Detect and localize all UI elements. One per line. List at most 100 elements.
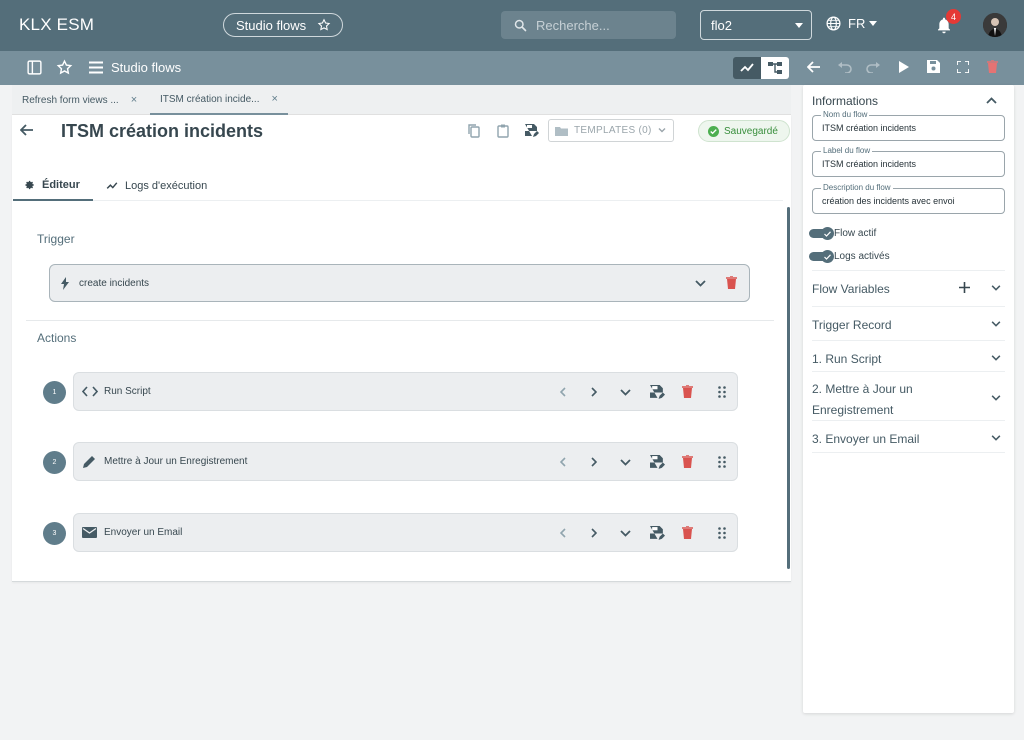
logs-enabled-toggle[interactable] <box>809 250 834 263</box>
chevron-down-icon[interactable] <box>991 355 1001 361</box>
chevron-right-icon[interactable] <box>591 387 597 397</box>
section-run-script[interactable]: 1. Run Script <box>812 340 1005 371</box>
field-label: Nom du flow <box>821 110 870 119</box>
informations-header[interactable]: Informations <box>812 94 878 108</box>
instance-select[interactable]: flo2 <box>700 10 812 40</box>
tab-logs-execution[interactable]: Logs d'exécution <box>106 171 207 201</box>
page-title: ITSM création incidents <box>61 121 264 141</box>
chevron-down-icon[interactable] <box>991 321 1001 327</box>
save-as-template-icon[interactable] <box>525 124 539 138</box>
chevron-left-icon[interactable] <box>560 457 566 467</box>
chevron-right-icon[interactable] <box>591 528 597 538</box>
close-icon[interactable]: × <box>271 93 277 105</box>
section-label: 3. Envoyer un Email <box>812 432 920 446</box>
studio-flows-button[interactable]: Studio flows <box>223 13 343 37</box>
action-label: Envoyer un Email <box>104 527 183 538</box>
action-card-envoyer-email[interactable]: Envoyer un Email <box>73 513 738 552</box>
delete-icon[interactable] <box>726 276 737 289</box>
chevron-down-icon[interactable] <box>695 280 706 287</box>
drag-handle-icon[interactable] <box>718 527 726 539</box>
actions-section-title: Actions <box>37 331 77 345</box>
play-icon[interactable] <box>898 61 909 73</box>
section-envoyer-email[interactable]: 3. Envoyer un Email <box>812 420 1005 453</box>
logs-enabled-label: Logs activés <box>834 251 890 262</box>
app-title[interactable]: KLX ESM <box>19 15 94 35</box>
section-mettre-a-jour[interactable]: 2. Mettre à Jour un Enregistrement <box>812 371 1005 420</box>
star-icon[interactable] <box>317 18 331 32</box>
add-icon[interactable] <box>959 282 970 293</box>
drag-handle-icon[interactable] <box>718 386 726 398</box>
save-as-template-icon[interactable] <box>650 385 665 400</box>
chevron-right-icon[interactable] <box>591 457 597 467</box>
action-card-mettre-a-jour[interactable]: Mettre à Jour un Enregistrement <box>73 442 738 481</box>
clipboard-icon[interactable] <box>497 124 509 138</box>
search-input[interactable] <box>536 17 666 33</box>
chevron-down-icon[interactable] <box>620 459 631 466</box>
chart-view-toggle[interactable] <box>733 57 761 79</box>
flow-name-input[interactable] <box>822 123 1000 133</box>
chevron-down-icon[interactable] <box>991 435 1001 441</box>
templates-select[interactable]: TEMPLATES (0) <box>548 119 674 142</box>
chevron-down-icon[interactable] <box>620 389 631 396</box>
trigger-card[interactable]: create incidents <box>49 264 750 302</box>
check-icon <box>821 250 834 263</box>
sidebar-toggle-icon[interactable] <box>26 59 43 76</box>
globe-icon <box>825 15 842 32</box>
delete-icon[interactable] <box>987 60 998 73</box>
delete-icon[interactable] <box>682 455 693 468</box>
trigger-label: create incidents <box>79 278 150 289</box>
section-label: 1. Run Script <box>812 352 882 366</box>
section-label: 2. Mettre à Jour un Enregistrement <box>812 382 913 417</box>
diagram-view-toggle[interactable] <box>761 57 789 79</box>
folder-icon <box>555 126 568 136</box>
scrollbar[interactable] <box>787 207 790 569</box>
chevron-left-icon[interactable] <box>560 387 566 397</box>
section-flow-variables[interactable]: Flow Variables <box>812 270 1005 301</box>
global-search[interactable] <box>501 11 676 39</box>
chevron-down-icon[interactable] <box>991 285 1001 291</box>
doc-tab-refresh-form-views[interactable]: Refresh form views ... × <box>22 85 137 115</box>
menu-icon[interactable] <box>88 60 104 75</box>
save-as-template-icon[interactable] <box>650 526 665 541</box>
fullscreen-icon[interactable] <box>957 61 969 73</box>
arrow-left-icon[interactable] <box>807 61 821 73</box>
flow-label-field[interactable]: Label du flow <box>812 146 1005 177</box>
view-toggle-group <box>733 57 789 79</box>
chevron-left-icon[interactable] <box>560 528 566 538</box>
caret-down-icon <box>795 23 803 28</box>
gear-icon <box>25 180 35 190</box>
save-as-template-icon[interactable] <box>650 455 665 470</box>
arrow-back-icon[interactable] <box>20 124 34 136</box>
flow-name-field[interactable]: Nom du flow <box>812 110 1005 141</box>
chevron-down-icon[interactable] <box>991 395 1001 401</box>
doc-tab-label: Refresh form views ... <box>22 94 119 106</box>
undo-icon[interactable] <box>837 61 852 73</box>
document-tabs: Refresh form views ... × ITSM création i… <box>12 85 791 115</box>
delete-icon[interactable] <box>682 526 693 539</box>
user-avatar[interactable] <box>983 13 1007 37</box>
chevron-down-icon <box>658 128 666 133</box>
trending-icon <box>740 63 754 73</box>
star-icon[interactable] <box>56 59 73 76</box>
copy-icon[interactable] <box>468 124 480 138</box>
delete-icon[interactable] <box>682 385 693 398</box>
action-card-run-script[interactable]: Run Script <box>73 372 738 411</box>
section-trigger-record[interactable]: Trigger Record <box>812 306 1005 340</box>
section-label: Trigger Record <box>812 318 892 332</box>
close-icon[interactable]: × <box>131 94 137 106</box>
check-circle-icon <box>708 125 719 137</box>
tab-editeur[interactable]: Éditeur <box>13 171 93 201</box>
drag-handle-icon[interactable] <box>718 456 726 468</box>
doc-tab-itsm-creation[interactable]: ITSM création incide... × <box>150 85 288 115</box>
flow-description-field[interactable]: Description du flow <box>812 183 1005 214</box>
redo-icon[interactable] <box>866 61 881 73</box>
flow-description-input[interactable] <box>822 196 1000 206</box>
tab-label: Éditeur <box>42 179 80 191</box>
chevron-down-icon[interactable] <box>620 530 631 537</box>
top-app-bar: KLX ESM Studio flows flo2 FR 4 <box>0 0 1024 51</box>
chevron-up-icon[interactable] <box>986 97 997 104</box>
save-icon[interactable] <box>927 60 940 73</box>
flow-active-toggle[interactable] <box>809 227 834 240</box>
language-selector[interactable]: FR <box>825 15 878 32</box>
flow-label-input[interactable] <box>822 159 1000 169</box>
